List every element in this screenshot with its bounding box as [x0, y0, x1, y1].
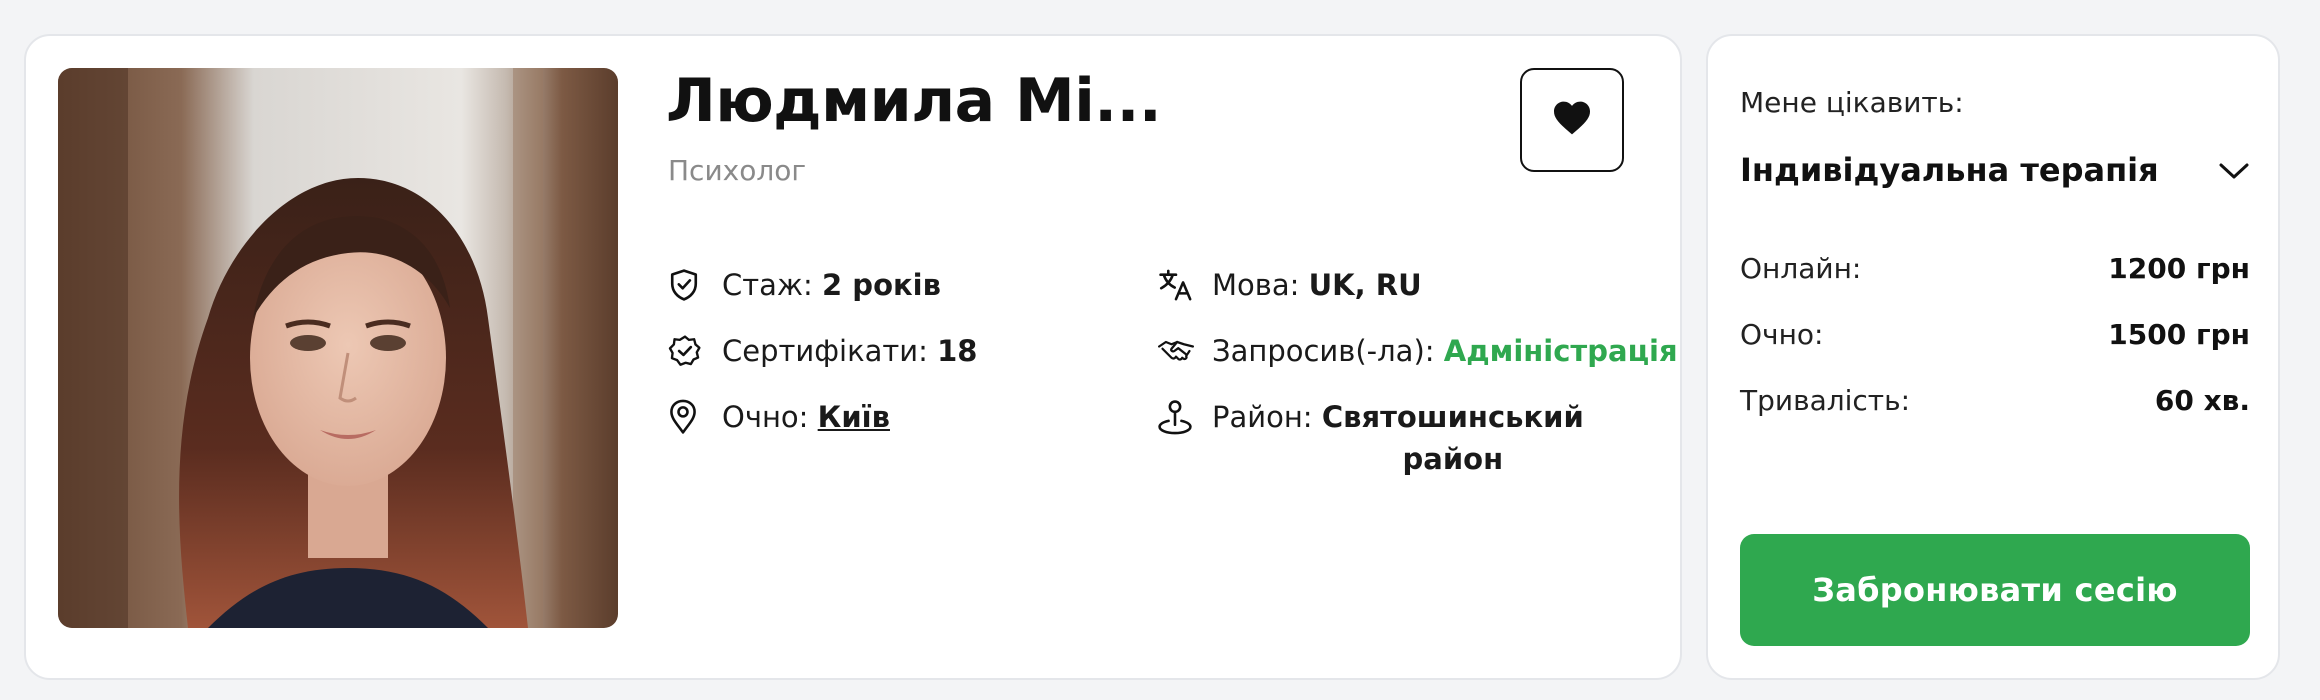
district-value-line2: район [1402, 442, 1504, 476]
psychologist-role: Психолог [668, 154, 807, 187]
certificates-row: Сертифікати: 18 [668, 330, 977, 372]
heart-icon [1552, 100, 1592, 140]
district-value: Святошинський район [1322, 396, 1584, 480]
psychologist-profile-card: Людмила Мі... Психолог Стаж: 2 років Сер… [24, 34, 1682, 680]
online-price-label: Онлайн: [1740, 252, 1862, 285]
booking-card: Мене цікавить: Індивідуальна терапія Онл… [1706, 34, 2280, 680]
language-row: Мова: UK, RU [1158, 264, 1422, 306]
invited-by-value: Адміністрація [1443, 334, 1678, 368]
handshake-icon [1158, 330, 1194, 372]
chevron-down-icon [2218, 151, 2250, 189]
certificates-label: Сертифікати: [722, 334, 938, 368]
duration-row: Тривалість: 60 хв. [1740, 384, 2250, 417]
experience-row: Стаж: 2 років [668, 264, 941, 306]
map-pin-person-icon [1158, 396, 1194, 438]
location-pin-icon [668, 396, 704, 438]
profile-photo [58, 68, 618, 628]
psychologist-name: Людмила Мі... [666, 66, 1162, 136]
in-person-row: Очно: Київ [668, 396, 890, 438]
invited-by-label: Запросив(-ла): [1212, 334, 1444, 368]
in-person-label: Очно: [722, 400, 818, 434]
experience-label: Стаж: [722, 268, 823, 302]
book-session-button[interactable]: Забронювати сесію [1740, 534, 2250, 646]
in-person-price-label: Очно: [1740, 318, 1824, 351]
city-link[interactable]: Київ [818, 396, 890, 438]
experience-value: 2 років [822, 268, 941, 302]
favorite-button[interactable] [1520, 68, 1624, 172]
shield-check-icon [668, 264, 704, 306]
in-person-price-row: Очно: 1500 грн [1740, 318, 2250, 351]
certificates-value: 18 [937, 334, 978, 368]
duration-value: 60 хв. [2154, 384, 2250, 417]
district-label: Район: [1212, 400, 1322, 434]
language-label: Мова: [1212, 268, 1309, 302]
district-row: Район: Святошинський район [1158, 396, 1584, 480]
invited-by-row: Запросив(-ла): Адміністрація [1158, 330, 1678, 372]
online-price-value: 1200 грн [2108, 252, 2250, 285]
therapy-type-select[interactable]: Індивідуальна терапія [1740, 144, 2250, 196]
interest-label: Мене цікавить: [1740, 86, 1964, 119]
badge-check-icon [668, 330, 704, 372]
in-person-price-value: 1500 грн [2108, 318, 2250, 351]
online-price-row: Онлайн: 1200 грн [1740, 252, 2250, 285]
language-value: UK, RU [1308, 268, 1422, 302]
duration-label: Тривалість: [1740, 384, 1911, 417]
therapy-type-value: Індивідуальна терапія [1740, 151, 2159, 189]
district-value-line1: Святошинський [1321, 400, 1584, 434]
translate-icon [1158, 264, 1194, 306]
